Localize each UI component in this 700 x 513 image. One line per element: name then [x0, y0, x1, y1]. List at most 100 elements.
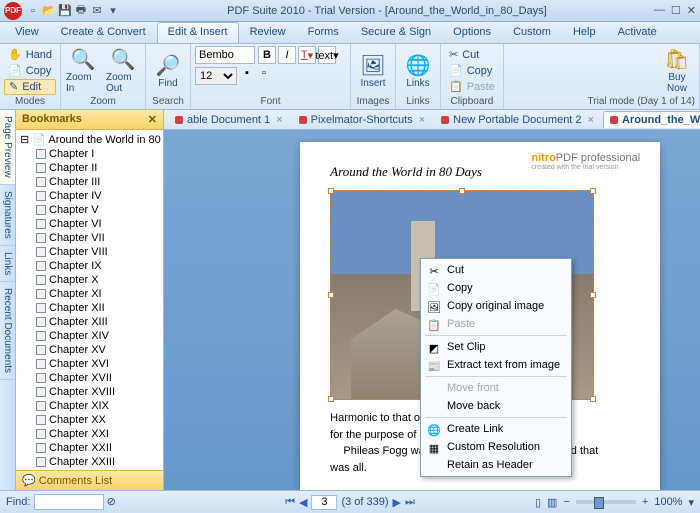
edit-tool[interactable]: ✎Edit [4, 79, 56, 95]
doc-tab-0[interactable]: able Document 1× [168, 111, 290, 128]
save-icon[interactable]: 💾 [58, 4, 72, 18]
italic-button[interactable]: I [278, 46, 296, 64]
tree-item[interactable]: Chapter VII [18, 231, 161, 245]
text-tool-button[interactable]: text▾ [318, 46, 336, 64]
find-input[interactable] [34, 494, 104, 510]
tree-item[interactable]: Chapter XXIII [18, 455, 161, 469]
tree-item[interactable]: Chapter I [18, 147, 161, 161]
hand-tool[interactable]: ✋Hand [4, 47, 56, 63]
tree-item[interactable]: Chapter XV [18, 343, 161, 357]
prev-page-button[interactable]: ◀ [299, 496, 307, 509]
tab-forms[interactable]: Forms [297, 22, 350, 43]
cut-button[interactable]: ✂Cut [445, 47, 499, 63]
tree-item[interactable]: Chapter XVII [18, 371, 161, 385]
insert-image-button[interactable]: 🖼Insert [355, 47, 391, 95]
tree-item[interactable]: Chapter XX [18, 413, 161, 427]
copy-tool[interactable]: 📄Copy [4, 63, 56, 79]
zoom-in-button[interactable]: 🔍Zoom In [65, 47, 101, 95]
ctx-cut[interactable]: ✂Cut [423, 261, 569, 279]
new-icon[interactable]: ▫ [26, 4, 40, 18]
ctx-retain-as-header[interactable]: Retain as Header [423, 456, 569, 474]
paste-button[interactable]: 📋Paste [445, 79, 499, 95]
tree-item[interactable]: Chapter XVI [18, 357, 161, 371]
tree-root[interactable]: ⊟ 📄 Around the World in 80 [18, 132, 161, 147]
bookmarks-tree[interactable]: ⊟ 📄 Around the World in 80 Chapter IChap… [16, 130, 163, 470]
ctx-extract-text[interactable]: 📰Extract text from image [423, 356, 569, 374]
tab-activate[interactable]: Activate [607, 22, 668, 43]
tree-item[interactable]: Chapter V [18, 203, 161, 217]
buy-now-button[interactable]: 🛍Buy Now [659, 47, 695, 95]
tree-item[interactable]: Chapter VI [18, 217, 161, 231]
tab-view[interactable]: View [4, 22, 50, 43]
close-icon[interactable]: × [276, 114, 282, 126]
tree-item[interactable]: Chapter IV [18, 189, 161, 203]
tab-create-convert[interactable]: Create & Convert [50, 22, 157, 43]
side-tab-signatures[interactable]: Signatures [0, 185, 15, 246]
bookmark-icon [36, 191, 46, 201]
tab-custom[interactable]: Custom [502, 22, 562, 43]
font-size-select[interactable]: 12 [195, 67, 237, 85]
side-tab-recent-documents[interactable]: Recent Documents [0, 282, 15, 380]
doc-tab-3[interactable]: Around_the_World_in_...× [603, 111, 700, 128]
view-continuous-icon[interactable]: ▥ [547, 496, 557, 509]
view-single-icon[interactable]: ▯ [535, 496, 541, 509]
tree-item[interactable]: Chapter XIII [18, 315, 161, 329]
tree-item[interactable]: Chapter III [18, 175, 161, 189]
ctx-copy-original-image[interactable]: 🖼Copy original image [423, 297, 569, 315]
close-icon[interactable]: × [588, 114, 594, 126]
side-tab-page-preview[interactable]: Page Preview [0, 110, 15, 185]
tree-item[interactable]: Chapter XI [18, 287, 161, 301]
tree-item[interactable]: Chapter XVIII [18, 385, 161, 399]
font-color-button[interactable]: T▾ [298, 46, 316, 64]
tree-item[interactable]: Chapter XIV [18, 329, 161, 343]
tree-item[interactable]: Chapter VIII [18, 245, 161, 259]
font-family-input[interactable] [195, 46, 255, 64]
side-tab-links[interactable]: Links [0, 246, 15, 282]
ctx-set-clip[interactable]: ◩Set Clip [423, 338, 569, 356]
find-clear-icon[interactable]: ⊘ [107, 496, 116, 508]
open-icon[interactable]: 📂 [42, 4, 56, 18]
zoom-out-button[interactable]: 🔍Zoom Out [105, 47, 141, 95]
zoom-in-status[interactable]: + [642, 496, 648, 508]
panel-close-icon[interactable]: ✕ [148, 113, 157, 126]
zoom-slider[interactable] [576, 500, 636, 504]
ctx-create-link[interactable]: 🌐Create Link [423, 420, 569, 438]
bold-button[interactable]: B [258, 46, 276, 64]
next-page-button[interactable]: ▶ [393, 496, 401, 509]
minimize-button[interactable]: — [654, 4, 665, 17]
ctx-move-back[interactable]: Move back [423, 397, 569, 415]
qat-dropdown-icon[interactable]: ▾ [106, 4, 120, 18]
font-grow-icon[interactable]: ▪ [240, 67, 254, 85]
tree-item[interactable]: Chapter II [18, 161, 161, 175]
print-icon[interactable]: 🖶 [74, 4, 88, 18]
ctx-copy[interactable]: 📄Copy [423, 279, 569, 297]
tree-item[interactable]: Chapter X [18, 273, 161, 287]
mail-icon[interactable]: ✉ [90, 4, 104, 18]
doc-tab-2[interactable]: New Portable Document 2× [434, 111, 601, 128]
comments-list-button[interactable]: 💬 Comments List [16, 470, 163, 490]
last-page-button[interactable]: ⏭ [405, 496, 415, 509]
close-window-button[interactable]: ✕ [687, 4, 696, 17]
tree-item[interactable]: Chapter XXII [18, 441, 161, 455]
page-number-input[interactable] [311, 495, 337, 510]
copy-button[interactable]: 📄Copy [445, 63, 499, 79]
zoom-out-status[interactable]: − [563, 496, 569, 508]
tab-edit-insert[interactable]: Edit & Insert [157, 22, 239, 43]
close-icon[interactable]: × [419, 114, 425, 126]
first-page-button[interactable]: ⏮ [285, 496, 295, 509]
find-button[interactable]: 🔎Find [150, 47, 186, 95]
tree-item[interactable]: Chapter IX [18, 259, 161, 273]
tree-item[interactable]: Chapter XII [18, 301, 161, 315]
links-button[interactable]: 🌐Links [400, 47, 436, 95]
doc-tab-1[interactable]: Pixelmator-Shortcuts× [292, 111, 433, 128]
tab-review[interactable]: Review [239, 22, 297, 43]
tree-item[interactable]: Chapter XIX [18, 399, 161, 413]
tab-options[interactable]: Options [442, 22, 502, 43]
tab-help[interactable]: Help [562, 22, 607, 43]
zoom-dropdown-icon[interactable]: ▾ [688, 496, 694, 509]
tree-item[interactable]: Chapter XXI [18, 427, 161, 441]
ctx-custom-resolution[interactable]: ▦Custom Resolution [423, 438, 569, 456]
maximize-button[interactable]: ☐ [671, 4, 681, 17]
font-shrink-icon[interactable]: ▫ [257, 67, 271, 85]
tab-secure-sign[interactable]: Secure & Sign [350, 22, 442, 43]
